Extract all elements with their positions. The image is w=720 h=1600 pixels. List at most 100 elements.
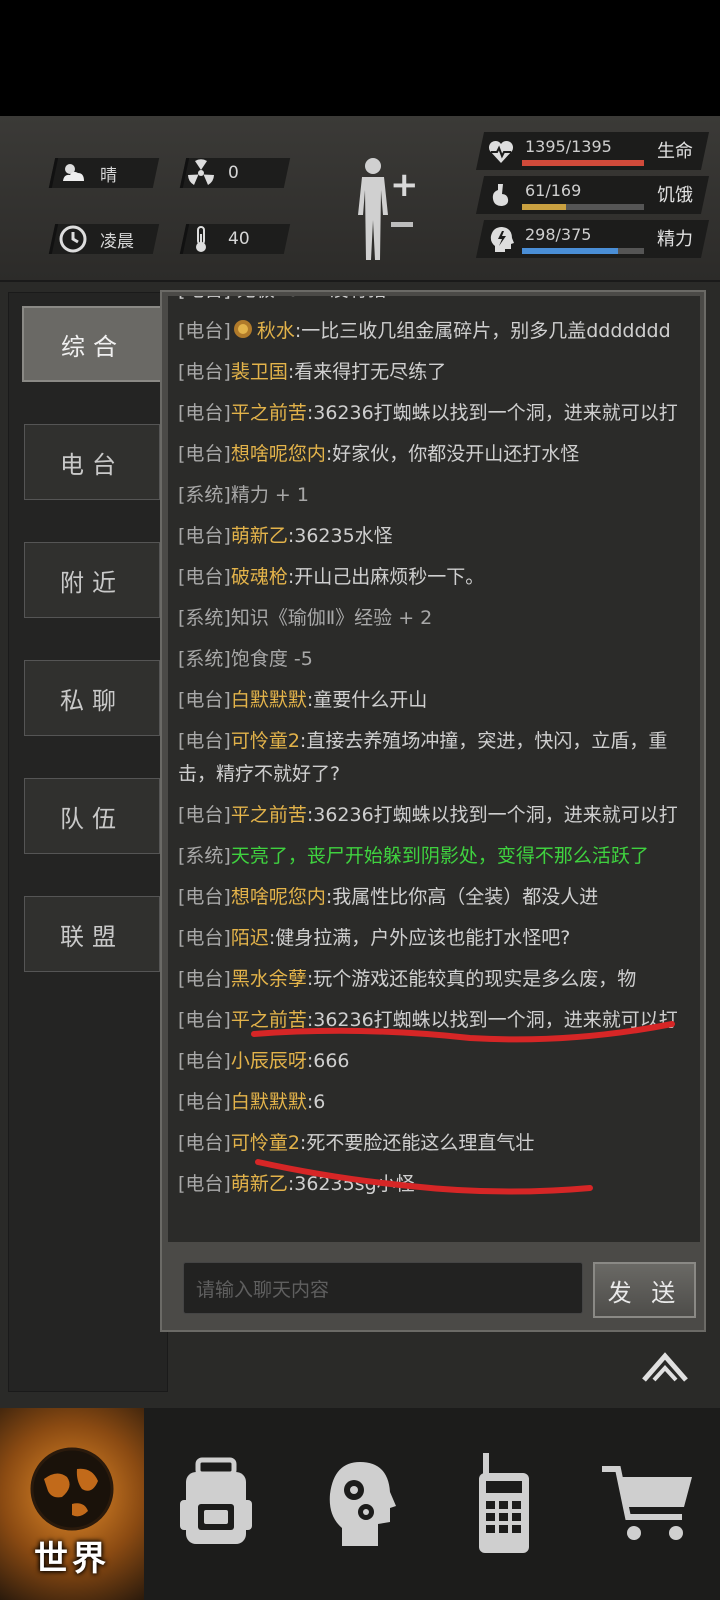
chat-message-text: :36236打蜘蛛以找到一个洞，进来就可以打	[306, 804, 678, 826]
nav-radio[interactable]	[432, 1408, 576, 1600]
health-bar	[522, 160, 644, 166]
vip-badge-icon	[233, 320, 252, 338]
nav-world-label: 世界	[34, 1539, 110, 1579]
chat-sender-name[interactable]: 萌新乙	[231, 525, 288, 547]
thermometer-icon	[196, 226, 206, 252]
chat-sender-name[interactable]: 裴卫国	[231, 361, 288, 383]
chat-sender-name[interactable]: 可怜童2	[231, 730, 300, 752]
nav-world[interactable]: 世界	[0, 1408, 144, 1600]
chat-message-text: :看来得打无尽练了	[287, 361, 447, 383]
chat-channel-tag: [系统]	[178, 845, 231, 867]
add-body-button[interactable]: +	[390, 168, 419, 202]
chat-channel-tag: [电台]	[178, 1009, 231, 1031]
chat-channel-tag: [系统]	[178, 484, 231, 506]
nav-backpack[interactable]	[144, 1408, 288, 1600]
chat-sender-name[interactable]: 小辰辰呀	[231, 1050, 307, 1072]
chat-channel-tag: [电台]	[178, 927, 231, 949]
tab-radio[interactable]: 电台	[24, 424, 160, 500]
send-button[interactable]: 发 送	[593, 1262, 696, 1318]
tab-general[interactable]: 综合	[22, 306, 164, 382]
chat-message: [电台]可怜童2:死不要脸还能这么理直气壮	[178, 1123, 690, 1164]
chat-message-text: 饱食度 -5	[230, 648, 313, 670]
temperature-indicator: 40	[186, 224, 250, 254]
chat-channel-tag: [电台]	[178, 886, 231, 908]
chat-message-text: :36236打蜘蛛以找到一个洞，进来就可以打	[306, 402, 678, 424]
tab-private[interactable]: 私聊	[24, 660, 160, 736]
chat-sender-name[interactable]: 秋水	[257, 320, 295, 342]
chat-channel-tag: [电台]	[178, 443, 231, 465]
tab-nearby[interactable]: 附近	[24, 542, 160, 618]
heart-pulse-icon	[488, 140, 514, 163]
chat-sender-name[interactable]: 平之前苦	[231, 1009, 307, 1031]
chat-message: [电台]陌迟:健身拉满，户外应该也能打水怪吧?	[178, 918, 690, 959]
chat-channel-tag: [电台]	[178, 1050, 231, 1072]
health-label: 生命	[657, 141, 693, 162]
chat-message: [电台]可怜童2:直接去养殖场冲撞，突进，快闪，立盾，重击，精疗不就好了?	[178, 721, 690, 795]
backpack-icon	[180, 1457, 252, 1544]
chat-message: [电台]黑水余孽:玩个游戏还能较真的现实是多么废，物	[178, 959, 690, 1000]
chat-message: [电台] 秋水:一比三收几组金属碎片，别多几盖ddddddd	[178, 311, 690, 352]
health-bar-fill	[522, 160, 644, 166]
chat-channel-tag: [电台]	[178, 730, 231, 752]
chat-message: [电台]白默默默:6	[178, 1082, 690, 1123]
chat-message-text: :36235sg小怪	[287, 1173, 415, 1195]
chat-channel-tag: [电台]	[178, 566, 231, 588]
stomach-icon	[492, 184, 509, 206]
chat-channel-tag: [电台]	[178, 689, 231, 711]
chat-sender-name[interactable]: 想啥呢您内	[231, 886, 326, 908]
chat-message: [电台]平之前苦:36236打蜘蛛以找到一个洞，进来就可以打	[178, 1000, 690, 1041]
chat-sender-name[interactable]: 想啥呢您内	[231, 443, 326, 465]
tab-alliance[interactable]: 联盟	[24, 896, 160, 972]
chat-channel-tag: [系统]	[178, 648, 231, 670]
chat-sender-name[interactable]: 破魂枪	[231, 566, 288, 588]
chat-sender-name[interactable]: 可怜童2	[231, 1132, 300, 1154]
collapse-chevron-icon[interactable]	[640, 1346, 690, 1386]
chat-message: [电台]小辰辰呀:666	[178, 1041, 690, 1082]
chat-sender-name[interactable]: 黑水余孽	[231, 968, 307, 990]
chat-message-text: :童要什么开山	[306, 689, 428, 711]
chat-message: [系统]天亮了，丧尸开始躲到阴影处，变得不那么活跃了	[178, 836, 690, 877]
chat-message-text: 天亮了，丧尸开始躲到阴影处，变得不那么活跃了	[230, 845, 649, 867]
chat-input-placeholder: 请输入聊天内容	[196, 1278, 330, 1301]
chat-message-text: :玩个游戏还能较真的现实是多么废，物	[306, 968, 637, 990]
chat-input[interactable]: 请输入聊天内容	[183, 1262, 583, 1314]
weather-indicator: 晴	[58, 158, 117, 188]
chat-message: [电台]平之前苦:36236打蜘蛛以找到一个洞，进来就可以打	[178, 393, 690, 434]
chat-sender-name[interactable]: 平之前苦	[231, 804, 307, 826]
chat-message: [电台]萌新乙:36235水怪	[178, 516, 690, 557]
chat-sender-name[interactable]: 萌新乙	[231, 1173, 288, 1195]
chat-message-text: :666	[306, 1050, 350, 1072]
chat-message-text: :死不要脸还能这么理直气壮	[299, 1132, 535, 1154]
stat-health: 1395/1395 生命	[475, 132, 710, 170]
radiation-icon	[188, 159, 214, 185]
chat-message: [电台]萌新乙:36235sg小怪	[178, 1164, 690, 1205]
walkie-talkie-icon	[479, 1453, 529, 1553]
clock-icon	[59, 225, 87, 253]
remove-body-button[interactable]	[391, 222, 413, 227]
chat-message: [电台]白默默默:童要什么开山	[178, 680, 690, 721]
chat-message: [电台]想啥呢您内:我属性比你高（全装）都没人进	[178, 877, 690, 918]
chat-log[interactable]: [电台] 无极1021:没有猎 [电台] 秋水:一比三收几组金属碎片，别多几盖dd…	[168, 296, 700, 1242]
bottom-nav: 世界	[0, 1408, 720, 1600]
chat-channel-tag: [电台]	[178, 968, 231, 990]
chat-channel-tag: [系统]	[178, 607, 231, 629]
chat-sender-name[interactable]: 陌迟	[231, 927, 269, 949]
globe-icon	[30, 1447, 114, 1531]
chat-message-text: :开山己出麻烦秒一下。	[287, 566, 485, 588]
chat-channel-tag: [电台]	[178, 361, 231, 383]
radiation-value: 0	[228, 163, 239, 183]
top-black-area	[0, 0, 720, 116]
chat-message: [电台]平之前苦:36236打蜘蛛以找到一个洞，进来就可以打	[178, 795, 690, 836]
chat-sender-name[interactable]: 白默默默	[231, 689, 307, 711]
chat-message: [系统]精力 + 1	[178, 475, 690, 516]
nav-skills[interactable]	[288, 1408, 432, 1600]
chat-message-text: :36235水怪	[287, 525, 393, 547]
chat-sender-name[interactable]: 白默默默	[231, 1091, 307, 1113]
stat-energy: 298/375 精力	[475, 220, 710, 258]
hunger-value: 61/169	[525, 181, 582, 200]
nav-shop[interactable]	[576, 1408, 720, 1600]
chat-message-text: 知识《瑜伽Ⅱ》经验 + 2	[230, 607, 433, 629]
chat-sender-name[interactable]: 平之前苦	[231, 402, 307, 424]
tab-team[interactable]: 队伍	[24, 778, 160, 854]
chat-message: [电台]想啥呢您内:好家伙，你都没开山还打水怪	[178, 434, 690, 475]
